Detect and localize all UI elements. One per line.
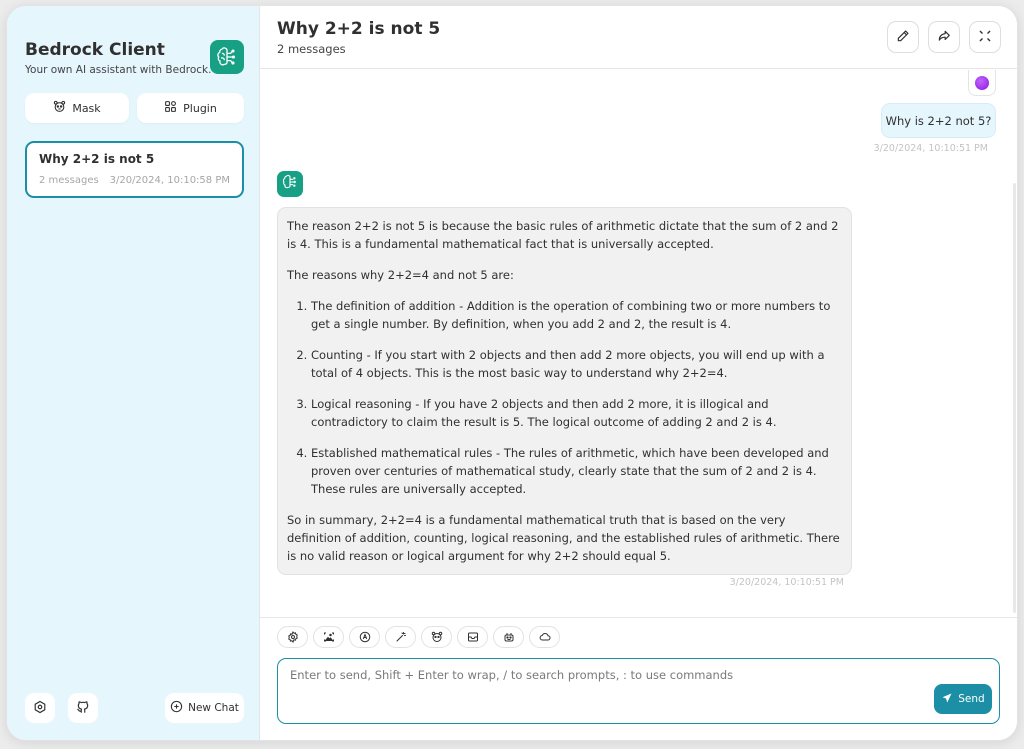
chat-header: Why 2+2 is not 5 2 messages [260,6,1017,69]
fullscreen-button[interactable] [969,21,1001,53]
chat-title[interactable]: Why 2+2 is not 5 [277,19,440,39]
new-chat-label: New Chat [188,702,239,714]
share-button[interactable] [928,21,960,53]
chat-message-count: 2 messages [277,42,346,56]
assistant-intro: The reason 2+2 is not 5 is because the b… [287,219,839,251]
assistant-message: The reason 2+2 is not 5 is because the b… [277,207,852,575]
user-avatar-orb [975,75,989,90]
robot-button[interactable] [493,626,524,648]
mask-button-label: Mask [72,101,101,115]
list-item: Established mathematical rules - The rul… [311,444,842,498]
input-panel: Send [260,617,1017,740]
settings-icon [287,628,299,647]
image-upload-icon [323,628,335,647]
brain-circuit-icon [210,40,244,74]
list-item: Counting - If you start with 2 objects a… [311,346,842,382]
chat-item-count: 2 messages [39,175,99,186]
grid-icon [164,100,177,116]
app-title: Bedrock Client [25,40,165,60]
robot-icon [503,628,515,647]
brain-circuit-icon [282,174,298,194]
magic-wand-icon [395,628,407,647]
chat-list-item[interactable]: Why 2+2 is not 5 2 messages 3/20/2024, 1… [25,141,244,198]
send-button-label: Send [958,693,985,705]
share-icon [937,28,951,47]
edit-button[interactable] [887,21,919,53]
model-switch-button[interactable] [349,626,380,648]
chat-main: Why 2+2 is not 5 2 messages Why is 2+2 n… [260,6,1017,740]
mask-select-button[interactable] [421,626,452,648]
message-list: Why is 2+2 not 5? 3/20/2024, 10:10:51 PM… [260,70,1017,617]
user-avatar [968,70,996,96]
model-switch-icon [359,628,371,647]
list-item: Logical reasoning - If you have 2 object… [311,395,842,431]
app-subtitle: Your own AI assistant with Bedrock. [25,64,212,76]
assistant-lead: The reasons why 2+2=4 and not 5 are: [287,268,514,282]
mask-icon [431,628,443,647]
sidebar: Bedrock Client Your own AI assistant wit… [7,6,260,740]
mask-button[interactable]: Mask [25,93,129,123]
assistant-reason-list: The definition of addition - Addition is… [287,297,842,498]
chat-input[interactable] [277,658,1000,724]
cloud-icon [539,628,551,647]
user-message-timestamp: 3/20/2024, 10:10:51 PM [873,143,988,154]
assistant-message-timestamp: 3/20/2024, 10:10:51 PM [729,577,844,588]
plugin-button-label: Plugin [183,101,217,115]
bot-avatar [277,171,303,197]
app-window: Bedrock Client Your own AI assistant wit… [6,5,1018,741]
image-upload-button[interactable] [313,626,344,648]
fullscreen-icon [978,28,992,47]
chat-item-title: Why 2+2 is not 5 [39,152,155,166]
chat-settings-button[interactable] [277,626,308,648]
send-icon [941,692,953,707]
mask-icon [53,100,66,116]
assistant-summary: So in summary, 2+2=4 is a fundamental ma… [287,513,840,563]
prompt-hints-button[interactable] [385,626,416,648]
template-icon [467,628,479,647]
template-button[interactable] [457,626,488,648]
plugin-button[interactable]: Plugin [137,93,244,123]
chat-item-timestamp: 3/20/2024, 10:10:58 PM [109,175,230,186]
edit-icon [896,28,910,47]
list-item: The definition of addition - Addition is… [311,297,842,333]
settings-icon [33,700,47,717]
github-icon [76,700,90,717]
cloud-button[interactable] [529,626,560,648]
new-chat-button[interactable]: New Chat [165,693,244,723]
chat-toolbar [277,626,560,648]
send-button[interactable]: Send [934,684,992,714]
message-scrollbar[interactable] [1013,183,1016,613]
settings-button[interactable] [25,693,55,723]
user-message: Why is 2+2 not 5? [881,103,996,138]
github-button[interactable] [68,693,98,723]
plus-circle-icon [170,700,183,716]
